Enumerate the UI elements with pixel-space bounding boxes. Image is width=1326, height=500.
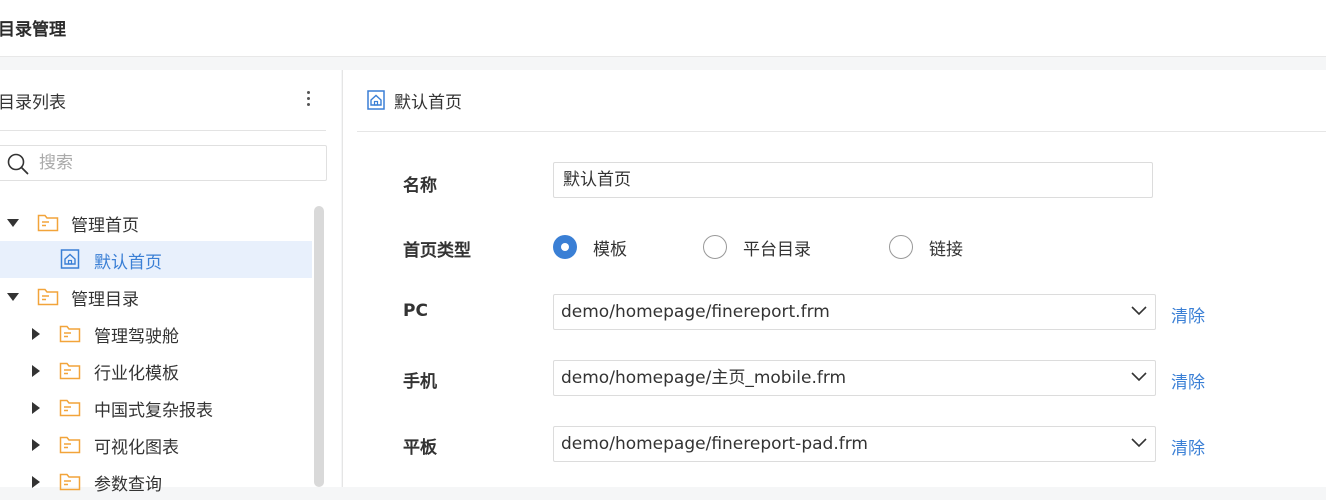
pc-clear-button[interactable]: 清除 (1171, 302, 1205, 327)
search-input[interactable] (39, 152, 309, 174)
caret-right-icon[interactable] (32, 402, 40, 414)
homepage-type-label: 首页类型 (403, 241, 471, 261)
pad-template-value: demo/homepage/finereport-pad.frm (561, 434, 868, 454)
folder-icon (37, 288, 59, 306)
tree-node-label: 可视化图表 (94, 438, 179, 458)
more-options-icon[interactable] (300, 88, 316, 110)
directory-tree: 管理首页 默认首页 管理目录 管理驾驶舱 行业化模板 中国式复杂报表 可视化图表… (0, 204, 312, 500)
search-box[interactable] (0, 145, 327, 181)
directory-list-title: 目录列表 (0, 93, 66, 113)
pad-label: 平板 (403, 438, 437, 458)
tree-scrollbar[interactable] (314, 206, 324, 487)
tree-node-label: 管理驾驶舱 (94, 327, 179, 347)
pc-template-value: demo/homepage/finereport.frm (561, 302, 830, 322)
caret-down-icon[interactable] (7, 293, 19, 301)
mobile-label: 手机 (403, 372, 437, 392)
tree-node-industry-templates[interactable]: 行业化模板 (0, 352, 312, 389)
folder-icon (59, 399, 81, 417)
folder-icon (59, 362, 81, 380)
folder-icon (59, 473, 81, 491)
home-page-icon (367, 90, 385, 110)
chevron-down-icon (1131, 306, 1147, 316)
chevron-down-icon (1131, 372, 1147, 382)
mobile-template-select[interactable]: demo/homepage/主页_mobile.frm (553, 360, 1156, 396)
search-icon (7, 153, 29, 175)
caret-right-icon[interactable] (32, 439, 40, 451)
radio-unchecked-icon (703, 235, 727, 259)
radio-label: 平台目录 (743, 240, 811, 260)
tree-node-param-query[interactable]: 参数查询 (0, 463, 312, 500)
divider (0, 130, 326, 131)
caret-right-icon[interactable] (32, 328, 40, 340)
page-title: 目录管理 (0, 20, 66, 40)
tree-node-label: 管理目录 (71, 290, 139, 310)
folder-icon (37, 214, 59, 232)
tree-node-label: 中国式复杂报表 (94, 401, 213, 421)
tree-node-cockpit[interactable]: 管理驾驶舱 (0, 315, 312, 352)
tree-node-visual-charts[interactable]: 可视化图表 (0, 426, 312, 463)
caret-right-icon[interactable] (32, 476, 40, 488)
divider (357, 131, 1326, 132)
tree-node-label: 参数查询 (94, 475, 162, 495)
name-input[interactable]: 默认首页 (553, 162, 1153, 198)
folder-icon (59, 436, 81, 454)
pad-clear-button[interactable]: 清除 (1171, 434, 1205, 459)
home-page-icon (60, 249, 80, 269)
tree-node-admin-directory[interactable]: 管理目录 (0, 278, 312, 315)
radio-label: 模板 (593, 240, 627, 260)
pc-label: PC (403, 301, 428, 321)
name-label: 名称 (403, 176, 437, 196)
tree-node-default-home[interactable]: 默认首页 (0, 241, 312, 278)
tree-node-complex-reports[interactable]: 中国式复杂报表 (0, 389, 312, 426)
tree-node-admin-home[interactable]: 管理首页 (0, 204, 312, 241)
chevron-down-icon (1131, 438, 1147, 448)
detail-title: 默认首页 (394, 93, 462, 113)
caret-down-icon[interactable] (7, 219, 19, 227)
pad-template-select[interactable]: demo/homepage/finereport-pad.frm (553, 426, 1156, 462)
pc-template-select[interactable]: demo/homepage/finereport.frm (553, 294, 1156, 330)
top-header: 目录管理 (0, 0, 1326, 57)
tree-node-label: 管理首页 (71, 216, 139, 236)
mobile-clear-button[interactable]: 清除 (1171, 368, 1205, 393)
directory-panel: 目录列表 管理首页 默认首页 管理目录 管理驾驶舱 行业化模板 (0, 70, 341, 495)
tree-node-label: 默认首页 (94, 253, 162, 273)
tree-node-label: 行业化模板 (94, 364, 179, 384)
mobile-template-value: demo/homepage/主页_mobile.frm (561, 368, 847, 388)
radio-label: 链接 (929, 240, 963, 260)
detail-panel: 默认首页 名称 默认首页 首页类型 模板 平台目录 链接 PC demo/hom… (343, 70, 1326, 487)
radio-unchecked-icon (889, 235, 913, 259)
radio-checked-icon (553, 235, 577, 259)
folder-icon (59, 325, 81, 343)
caret-right-icon[interactable] (32, 365, 40, 377)
